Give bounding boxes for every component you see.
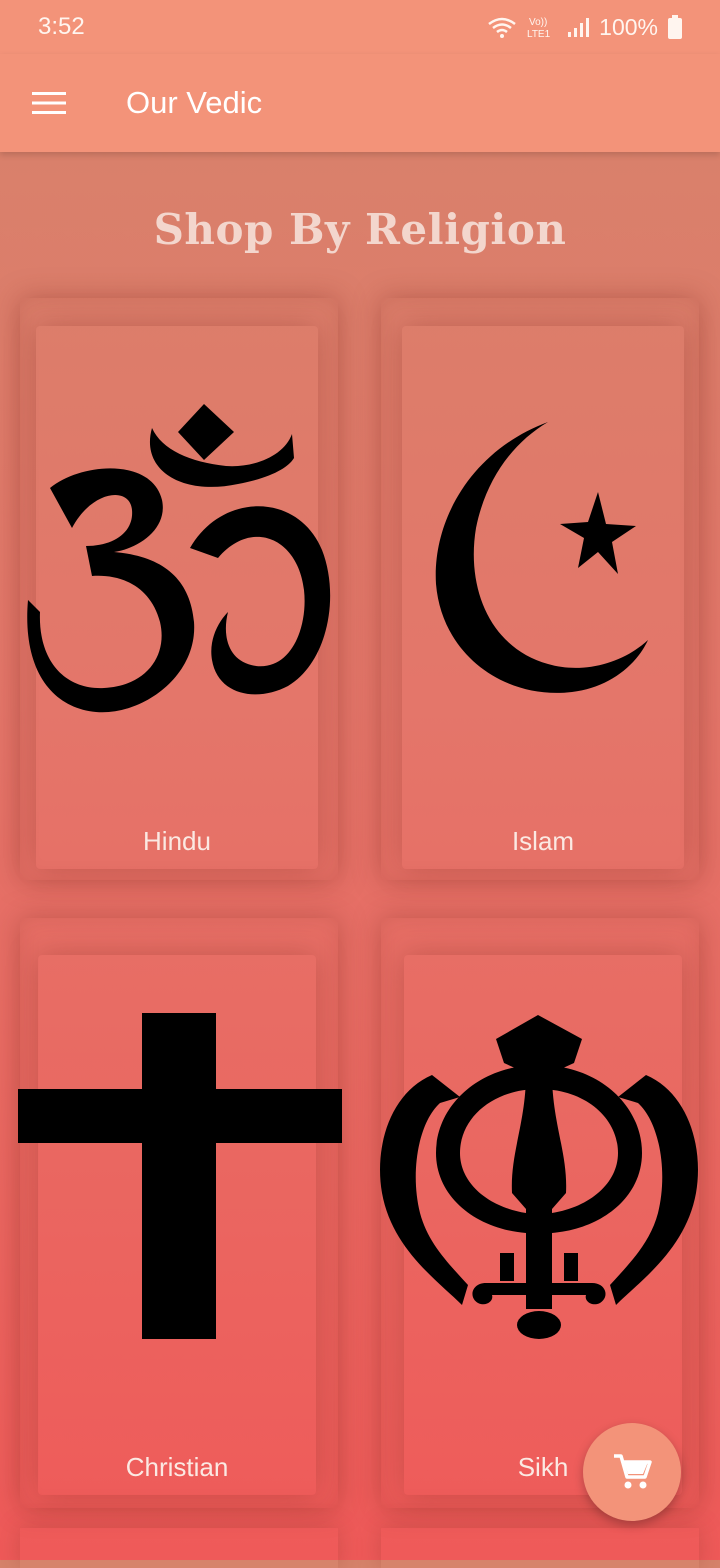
cross-icon xyxy=(18,1013,342,1339)
svg-text:Vo)): Vo)) xyxy=(529,17,547,28)
status-bar: 3:52 Vo)) LTE1 100% xyxy=(0,0,720,54)
card-label: Islam xyxy=(511,826,575,856)
signal-icon xyxy=(567,16,590,38)
religion-card-partial[interactable] xyxy=(381,1528,699,1568)
card-label: Hindu xyxy=(143,826,211,856)
cart-icon xyxy=(614,1454,652,1489)
khanda-icon xyxy=(380,1015,698,1339)
menu-button[interactable] xyxy=(0,54,98,152)
crescent-star-icon xyxy=(435,422,648,693)
religion-card-islam[interactable]: Islam xyxy=(402,326,684,869)
battery-icon xyxy=(668,15,682,39)
section-title: Shop By Religion xyxy=(153,205,567,254)
card-label: Christian xyxy=(125,1452,229,1482)
om-icon xyxy=(27,404,331,713)
religion-card-hindu[interactable]: Hindu xyxy=(27,326,331,869)
app-bar: Our Vedic xyxy=(0,54,720,152)
status-icons: Vo)) LTE1 100% xyxy=(487,14,682,41)
status-time: 3:52 xyxy=(38,13,85,40)
svg-text:LTE1: LTE1 xyxy=(527,29,551,40)
religion-card-christian[interactable]: Christian xyxy=(18,955,342,1495)
hamburger-icon xyxy=(32,92,66,114)
battery-percent: 100% xyxy=(599,13,658,40)
wifi-icon xyxy=(487,15,517,39)
religion-card-sikh[interactable]: Sikh xyxy=(380,955,698,1495)
app-title: Our Vedic xyxy=(126,85,263,120)
volte-icon: Vo)) LTE1 xyxy=(527,14,557,40)
religion-card-partial[interactable] xyxy=(20,1528,338,1568)
cart-button[interactable] xyxy=(583,1423,681,1521)
